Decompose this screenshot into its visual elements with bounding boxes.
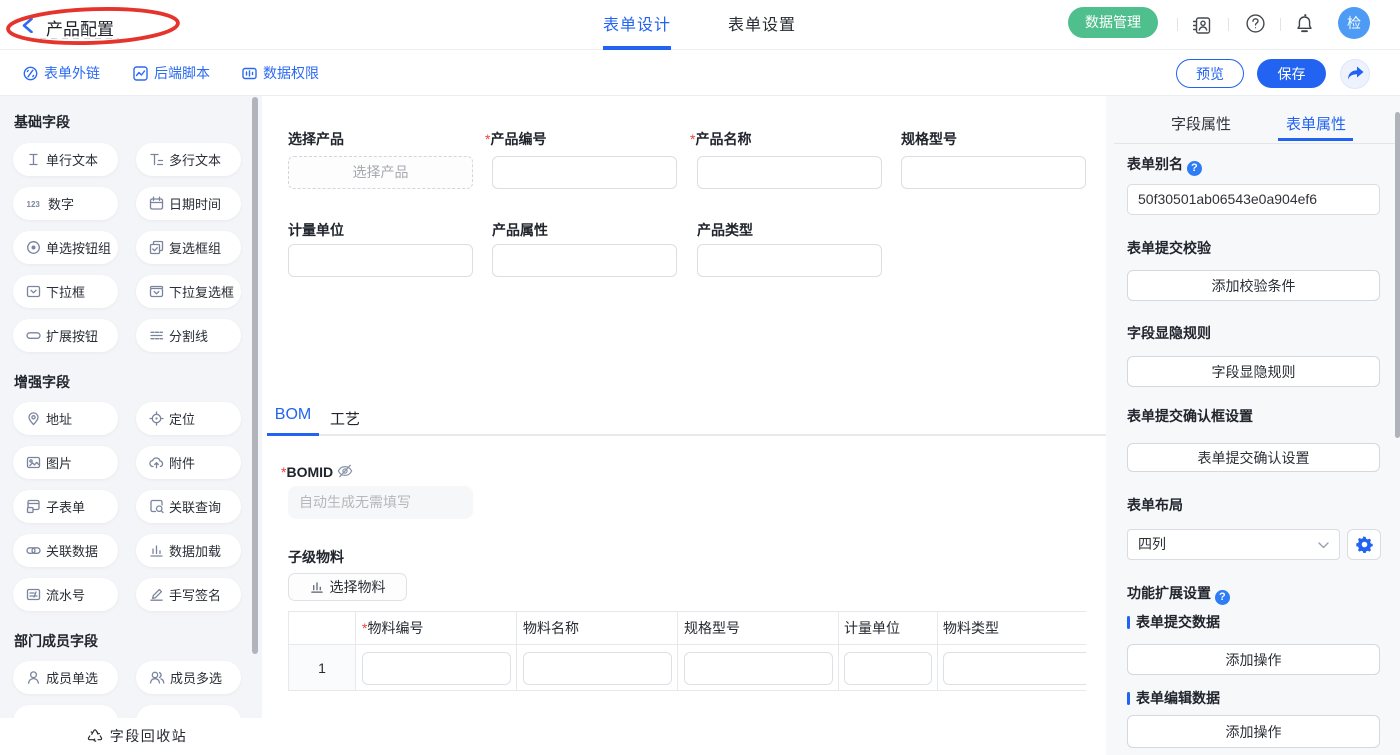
svg-text:123: 123 (27, 200, 41, 209)
